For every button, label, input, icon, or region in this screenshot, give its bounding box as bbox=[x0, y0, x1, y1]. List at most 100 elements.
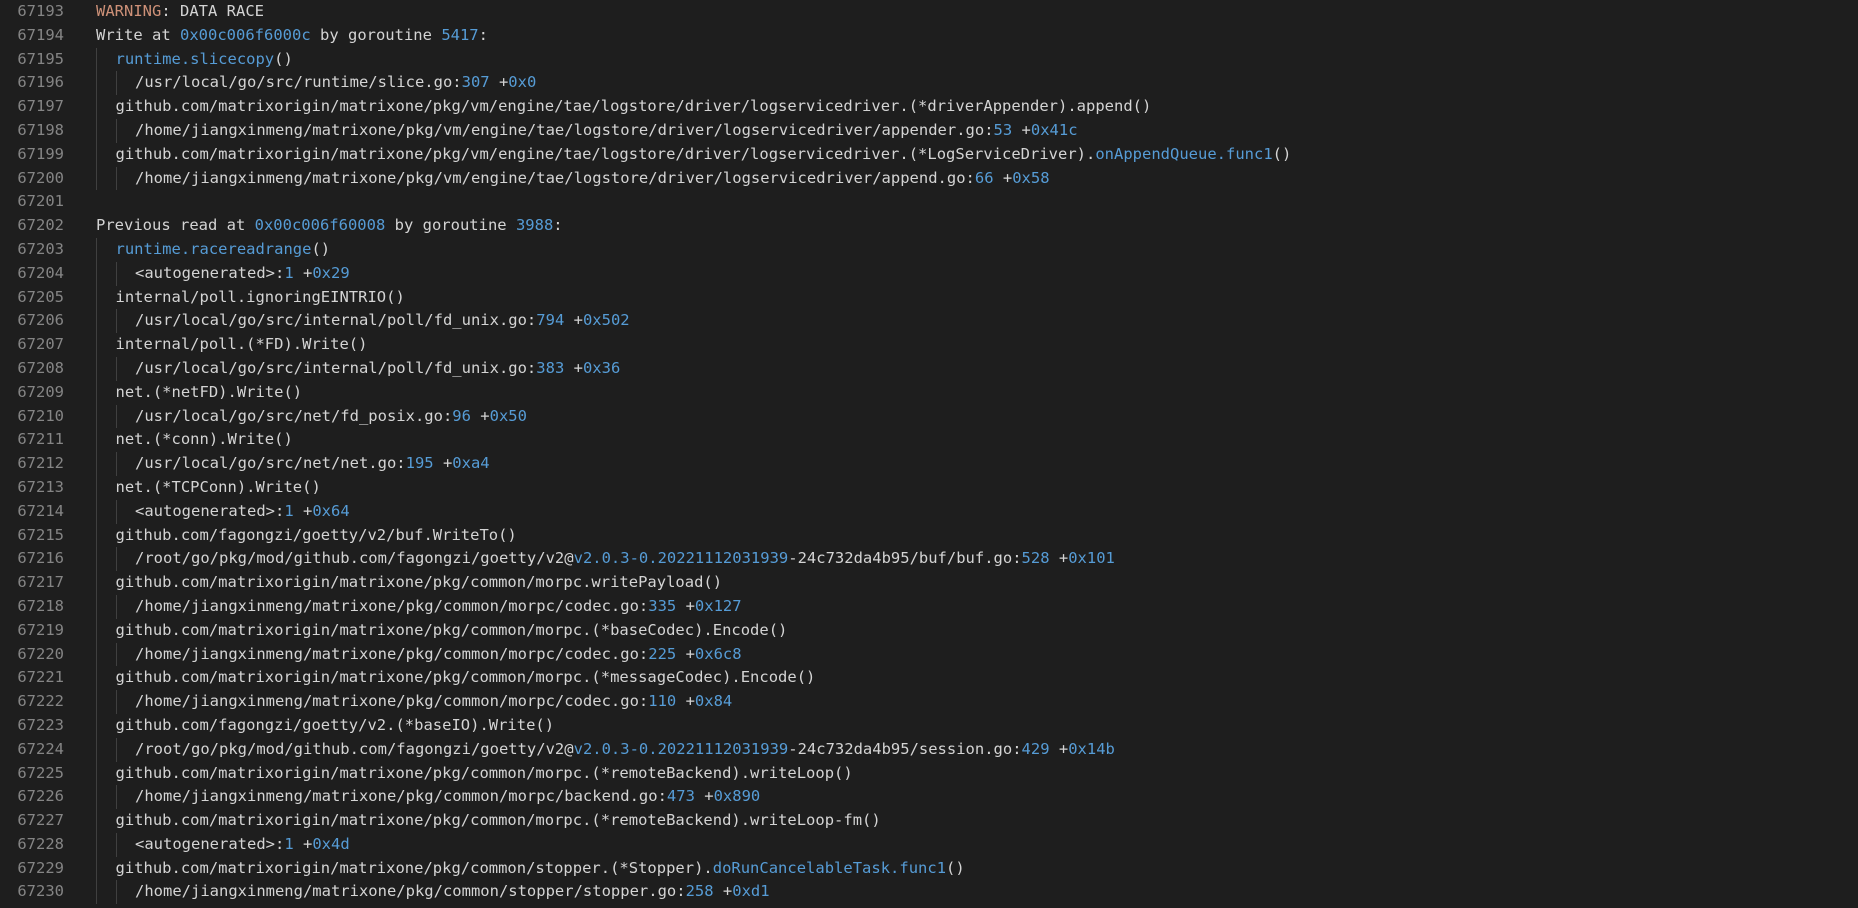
code-line[interactable]: 67220/home/jiangxinmeng/matrixone/pkg/co… bbox=[0, 642, 1858, 667]
line-content: Write at 0x00c006f6000c by goroutine 541… bbox=[96, 24, 488, 48]
highlighted-token: 110 bbox=[648, 692, 677, 711]
line-content: internal/poll.ignoringEINTRIO() bbox=[116, 286, 405, 310]
code-line[interactable]: 67225 github.com/matrixorigin/matrixone/p… bbox=[0, 761, 1858, 786]
code-line[interactable]: 67216/root/go/pkg/mod/github.com/fagongz… bbox=[0, 547, 1858, 572]
code-line[interactable]: 67221 github.com/matrixorigin/matrixone/p… bbox=[0, 666, 1858, 691]
code-line[interactable]: 67193 WARNING: DATA RACE bbox=[0, 0, 1858, 24]
indent-guide bbox=[96, 404, 97, 429]
indent-guide bbox=[96, 166, 97, 191]
text-token: /usr/local/go/src/net/fd_posix.go: bbox=[135, 406, 453, 425]
indent-guide bbox=[96, 737, 97, 762]
line-number: 67197 bbox=[17, 97, 64, 116]
code-line[interactable]: 67207 internal/poll.(*FD).Write() bbox=[0, 333, 1858, 357]
text-token: Write at bbox=[96, 25, 180, 44]
text-token: : DATA RACE bbox=[161, 2, 264, 20]
highlighted-token: 0x00c006f60008 bbox=[254, 216, 386, 235]
line-number: 67210 bbox=[17, 406, 64, 425]
code-line[interactable]: 67230/home/jiangxinmeng/matrixone/pkg/co… bbox=[0, 880, 1858, 905]
code-line[interactable]: 67208/usr/local/go/src/internal/poll/fd_… bbox=[0, 356, 1858, 381]
code-line[interactable]: 67203 runtime.racereadrange() bbox=[0, 237, 1858, 262]
text-token: net.(*netFD).Write() bbox=[115, 382, 303, 401]
line-content: github.com/matrixorigin/matrixone/pkg/co… bbox=[116, 666, 816, 690]
text-token: + bbox=[694, 787, 714, 806]
indent-guide bbox=[96, 856, 97, 881]
code-line[interactable]: 67223 github.com/fagongzi/goetty/v2.(*bas… bbox=[0, 713, 1858, 738]
code-line[interactable]: 67194 Write at 0x00c006f6000c by goroutin… bbox=[0, 24, 1858, 48]
code-line[interactable]: 67209 net.(*netFD).Write() bbox=[0, 380, 1858, 405]
code-line[interactable]: 67206/usr/local/go/src/internal/poll/fd_… bbox=[0, 309, 1858, 334]
code-line[interactable]: 67222/home/jiangxinmeng/matrixone/pkg/co… bbox=[0, 690, 1858, 714]
text-token: () bbox=[946, 858, 965, 877]
highlighted-token: 0xd1 bbox=[732, 882, 770, 901]
code-line[interactable]: 67201 bbox=[0, 190, 1858, 214]
text-token: () bbox=[274, 49, 293, 68]
text-token: <autogenerated>: bbox=[135, 834, 285, 853]
code-line[interactable]: 67226/home/jiangxinmeng/matrixone/pkg/co… bbox=[0, 785, 1858, 810]
line-content: /root/go/pkg/mod/github.com/fagongzi/goe… bbox=[135, 547, 1115, 571]
text-token: /root/go/pkg/mod/github.com/fagongzi/goe… bbox=[135, 549, 574, 568]
highlighted-token: 383 bbox=[536, 358, 565, 377]
line-content: github.com/fagongzi/goetty/v2/buf.WriteT… bbox=[116, 524, 517, 548]
code-line[interactable]: 67215 github.com/fagongzi/goetty/v2/buf.W… bbox=[0, 523, 1858, 548]
code-line[interactable]: 67213 net.(*TCPConn).Write() bbox=[0, 475, 1858, 500]
code-line[interactable]: 67228 <autogenerated>:1 +0x4d bbox=[0, 832, 1858, 857]
code-line[interactable]: 67212/usr/local/go/src/net/net.go:195 +0… bbox=[0, 452, 1858, 476]
line-content: github.com/matrixorigin/matrixone/pkg/co… bbox=[116, 809, 881, 833]
code-line[interactable]: 67224/root/go/pkg/mod/github.com/fagongz… bbox=[0, 737, 1858, 762]
text-token: /usr/local/go/src/net/net.go: bbox=[135, 454, 406, 473]
line-number: 67205 bbox=[17, 287, 64, 306]
line-content: github.com/matrixorigin/matrixone/pkg/co… bbox=[116, 571, 723, 595]
code-line[interactable]: 67210/usr/local/go/src/net/fd_posix.go:9… bbox=[0, 404, 1858, 429]
text-token: <autogenerated>: bbox=[135, 501, 285, 520]
indent-guide bbox=[96, 809, 97, 833]
line-content: /usr/local/go/src/runtime/slice.go:307 +… bbox=[135, 71, 536, 95]
code-line[interactable]: 67218/home/jiangxinmeng/matrixone/pkg/co… bbox=[0, 594, 1858, 619]
highlighted-token: 528 bbox=[1021, 549, 1050, 568]
code-line[interactable]: 67200/home/jiangxinmeng/matrixone/pkg/vm… bbox=[0, 166, 1858, 191]
text-token: /usr/local/go/src/internal/poll/fd_unix.… bbox=[135, 358, 537, 377]
text-token: /home/jiangxinmeng/matrixone/pkg/common/… bbox=[135, 644, 649, 663]
text-token: github.com/matrixorigin/matrixone/pkg/co… bbox=[115, 858, 713, 877]
code-line[interactable]: 67197 github.com/matrixorigin/matrixone/p… bbox=[0, 95, 1858, 119]
highlighted-token: runtime.racereadrange bbox=[115, 239, 312, 258]
text-token: <autogenerated>: bbox=[135, 263, 285, 282]
code-line[interactable]: 67195 runtime.slicecopy() bbox=[0, 47, 1858, 72]
indent-guide bbox=[115, 690, 117, 714]
text-token: + bbox=[293, 263, 313, 282]
code-line[interactable]: 67204 <autogenerated>:1 +0x29 bbox=[0, 261, 1858, 286]
code-editor[interactable]: 67193 WARNING: DATA RACE 67194 Write at 0x0… bbox=[0, 0, 1858, 908]
indent-guide bbox=[115, 832, 117, 857]
line-number: 67199 bbox=[17, 144, 64, 163]
text-token: /home/jiangxinmeng/matrixone/pkg/common/… bbox=[135, 692, 649, 711]
code-line[interactable]: 67205 internal/poll.ignoringEINTRIO() bbox=[0, 285, 1858, 310]
line-content: /root/go/pkg/mod/github.com/fagongzi/goe… bbox=[135, 738, 1115, 762]
code-line[interactable]: 67211 net.(*conn).Write() bbox=[0, 428, 1858, 453]
text-token: + bbox=[1012, 120, 1031, 139]
indent-guide bbox=[96, 380, 97, 405]
line-number: 67224 bbox=[17, 739, 64, 758]
indent-guide bbox=[115, 737, 117, 762]
code-line[interactable]: 67227 github.com/matrixorigin/matrixone/p… bbox=[0, 809, 1858, 833]
text-token: -24c732da4b95/buf/buf.go: bbox=[788, 549, 1022, 568]
code-line[interactable]: 67202 Previous read at 0x00c006f60008 by … bbox=[0, 214, 1858, 238]
highlighted-token: 0x6c8 bbox=[694, 644, 742, 663]
code-line[interactable]: 67199 github.com/matrixorigin/matrixone/p… bbox=[0, 142, 1858, 167]
line-number: 67227 bbox=[17, 811, 64, 830]
code-line[interactable]: 67219 github.com/matrixorigin/matrixone/p… bbox=[0, 618, 1858, 643]
text-token: + bbox=[676, 596, 695, 615]
highlighted-token: onAppendQueue.func1 bbox=[1095, 144, 1273, 163]
code-line[interactable]: 67198/home/jiangxinmeng/matrixone/pkg/vm… bbox=[0, 118, 1858, 143]
code-line[interactable]: 67217 github.com/matrixorigin/matrixone/p… bbox=[0, 571, 1858, 595]
indent-guide bbox=[115, 166, 117, 191]
line-content: net.(*TCPConn).Write() bbox=[116, 476, 321, 500]
line-content: <autogenerated>:1 +0x64 bbox=[135, 500, 350, 524]
indent-guide bbox=[96, 666, 97, 691]
code-line[interactable]: 67196/usr/local/go/src/runtime/slice.go:… bbox=[0, 71, 1858, 96]
line-number: 67220 bbox=[17, 644, 64, 663]
code-line[interactable]: 67229 github.com/matrixorigin/matrixone/p… bbox=[0, 856, 1858, 881]
line-number: 67212 bbox=[17, 454, 64, 473]
text-token: net.(*TCPConn).Write() bbox=[115, 477, 321, 496]
code-line[interactable]: 67214 <autogenerated>:1 +0x64 bbox=[0, 499, 1858, 524]
line-number: 67215 bbox=[17, 525, 64, 544]
line-number: 67218 bbox=[17, 596, 64, 615]
